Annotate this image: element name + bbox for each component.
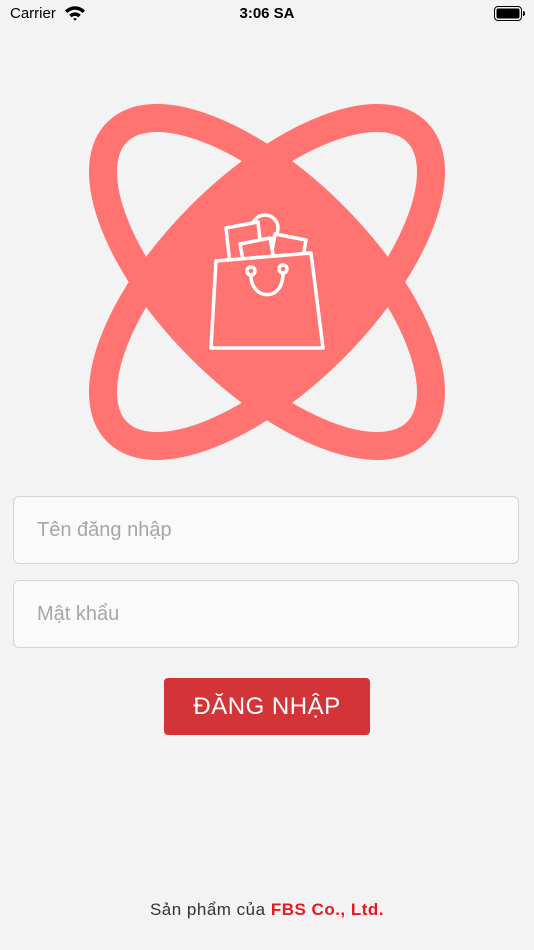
password-input[interactable] (13, 580, 519, 648)
footer-prefix: Sản phẩm của (149, 900, 271, 919)
footer-company: FBS Co., Ltd. (270, 900, 385, 919)
app-logo (89, 104, 445, 460)
footer-credit: Sản phẩm của FBS Co., Ltd. (0, 900, 534, 920)
status-time: 3:06 SA (239, 5, 295, 22)
status-bar: Carrier 3:06 SA (0, 0, 534, 30)
login-button[interactable]: ĐĂNG NHẬP (164, 678, 370, 735)
username-input[interactable] (13, 496, 519, 564)
battery-icon (494, 6, 525, 21)
